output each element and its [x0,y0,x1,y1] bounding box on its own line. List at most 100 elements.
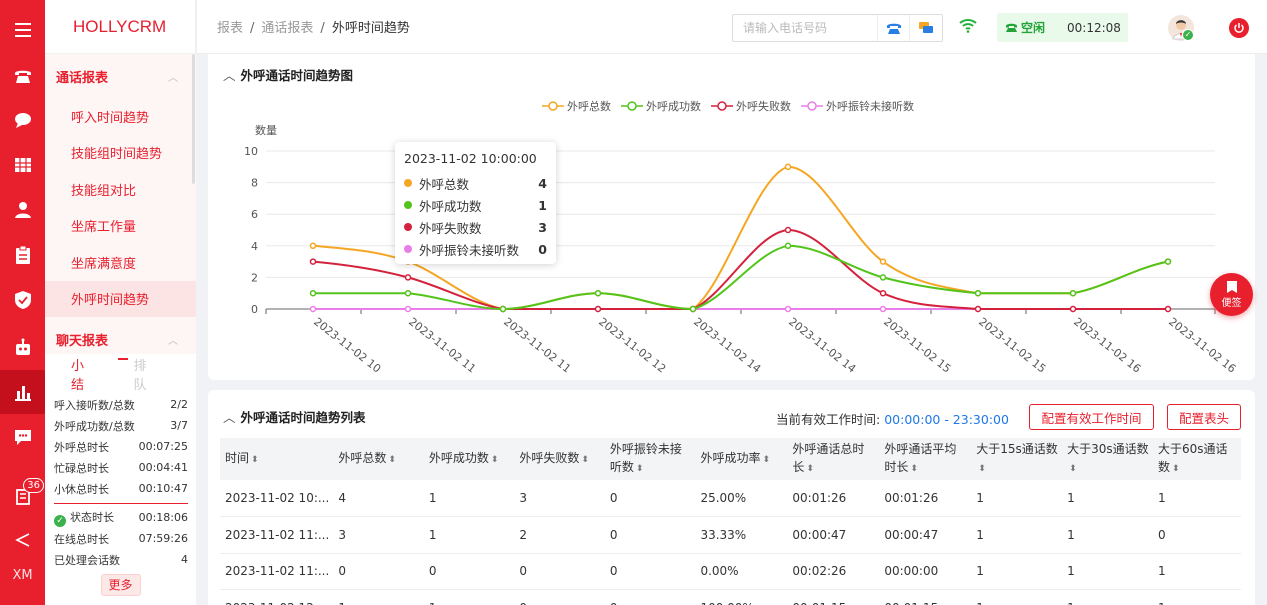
menu-item-inbound-trend[interactable]: 呼入时间趋势 [45,98,196,135]
data-point[interactable] [879,289,887,297]
message-icon[interactable] [0,415,45,459]
menu-group-chat-report[interactable]: 聊天报表 ︿ [45,317,196,354]
data-point[interactable] [879,258,887,265]
menu-group-call-report[interactable]: 通话报表 ︿ [45,54,196,98]
data-point[interactable] [1164,258,1172,265]
sort-icon[interactable]: ⬍ [1172,464,1180,474]
menu-item-skillgroup-trend[interactable]: 技能组时间趋势 [45,135,196,172]
phone-number-input[interactable] [733,15,877,41]
data-point[interactable] [309,305,317,313]
sort-icon[interactable]: ⬍ [910,464,918,474]
menu-item-agent-workload[interactable]: 坐席工作量 [45,208,196,245]
stat-value: 00:07:25 [138,440,188,453]
table-row[interactable]: 2023-11-02 12:...1100100.00%00:01:1500:0… [220,589,1241,605]
data-point[interactable] [309,258,317,265]
data-point[interactable] [689,305,697,313]
data-point[interactable] [974,289,982,297]
table-cell: 2023-11-02 10:... [220,480,334,517]
table-cell: 00:00:00 [879,553,972,590]
config-header-button[interactable]: 配置表头 [1167,404,1241,430]
breadcrumb-item[interactable]: 通话报表 [261,21,313,36]
table-cell: 0 [604,553,696,590]
data-point[interactable] [879,305,887,313]
menu-toggle-icon[interactable] [0,8,45,52]
table-row[interactable]: 2023-11-02 11:... 0 0 0 0 0.00% 00:02:26 00:00:… [220,553,1241,590]
column-header[interactable]: 大于15s通话数 ⬍ [971,438,1063,480]
sort-icon[interactable]: ⬍ [1069,464,1077,474]
data-point[interactable] [784,305,792,313]
menu-item-agent-satisfaction[interactable]: 坐席满意度 [45,244,196,281]
data-point[interactable] [594,305,602,313]
column-header[interactable]: 外呼成功率 ⬍ [695,438,788,480]
data-point[interactable] [974,305,982,313]
data-point[interactable] [594,289,602,297]
menu-item-outbound-trend[interactable]: 外呼时间趋势 [45,280,196,317]
column-header[interactable]: 大于60s通话数 ⬍ [1152,438,1241,480]
x-tick-label: 2023-11-02 10 [311,315,383,375]
tab-summary[interactable]: 小结 [71,355,94,393]
data-point[interactable] [309,242,317,250]
column-header[interactable]: 外呼通话总时长 ⬍ [787,438,880,480]
config-worktime-button[interactable]: 配置有效工作时间 [1029,404,1154,430]
sort-icon[interactable]: ⬍ [762,455,770,465]
column-header[interactable]: 外呼通话平均时长 ⬍ [879,438,972,480]
menu-item-skillgroup-compare[interactable]: 技能组对比 [45,171,196,208]
data-point[interactable] [784,242,792,250]
sort-icon[interactable]: ⬍ [978,464,986,474]
column-header[interactable]: 大于30s通话数 ⬍ [1062,438,1153,480]
notebook-icon[interactable]: 36 [0,474,45,518]
menu-scrollbar[interactable] [192,54,195,184]
breadcrumb-item[interactable]: 报表 [217,21,243,36]
grid-icon[interactable] [0,143,45,187]
sort-icon[interactable]: ⬍ [581,455,589,465]
chat-icon[interactable] [0,98,45,142]
sort-icon[interactable]: ⬍ [251,455,259,465]
sort-icon[interactable]: ⬍ [491,455,499,465]
sort-icon[interactable]: ⬍ [388,455,396,465]
data-point[interactable] [309,289,317,297]
column-header[interactable]: 外呼成功数 ⬍ [423,438,515,480]
data-point[interactable] [1069,289,1077,297]
column-header[interactable]: 外呼振铃未接听数 ⬍ [604,438,696,480]
status-timer: 00:12:08 [1067,20,1121,35]
tab-queue[interactable]: 排队 [134,355,157,393]
phone-icon[interactable] [0,53,45,97]
data-point[interactable] [784,226,792,234]
stat-value: 07:59:26 [138,532,188,545]
table-cell: 1 [1062,589,1153,605]
more-button[interactable]: 更多 [100,574,141,596]
shield-icon[interactable] [0,278,45,322]
data-point[interactable] [1069,305,1077,313]
table-cell: 00:01:26 [879,480,972,517]
tooltip-title: 2023-11-02 10:00:00 [404,151,537,166]
table-panel-title[interactable]: ︿ 外呼通话时间趋势列表 [223,407,366,426]
power-icon[interactable] [1229,18,1249,38]
chat-bubble-icon[interactable] [909,15,941,41]
data-point[interactable] [879,274,887,281]
data-point[interactable] [784,163,792,171]
report-chart-icon[interactable] [0,370,45,414]
sort-icon[interactable]: ⬍ [636,464,644,474]
data-point[interactable] [499,305,507,313]
tooltip-series: 外呼振铃未接听数 [419,242,520,258]
column-header[interactable]: 外呼总数 ⬍ [333,438,424,480]
column-header[interactable]: 时间 ⬍ [220,438,334,480]
robot-icon[interactable] [0,325,45,369]
data-point[interactable] [404,274,412,281]
table-row[interactable]: 2023-11-02 10:... 4 1 3 0 25.00% 00:01:26 00:01… [220,480,1241,517]
sort-icon[interactable]: ⬍ [806,464,814,474]
clipboard-icon[interactable] [0,233,45,277]
data-point[interactable] [404,305,412,313]
table-cell: 0 [604,516,696,554]
collapse-icon[interactable] [0,518,45,562]
agent-status-badge[interactable]: 空闲 00:12:08 [997,13,1128,42]
sticky-note-button[interactable]: 便签 [1210,273,1253,316]
table-cell: 00:01:15 [787,589,880,605]
dial-phone-icon[interactable] [877,15,909,41]
user-icon[interactable] [0,188,45,232]
data-point[interactable] [404,289,412,297]
table-row[interactable]: 2023-11-02 11:... 3 1 2 0 33.33% 00:00:47 00:00… [220,516,1241,554]
column-header[interactable]: 外呼失败数 ⬍ [514,438,605,480]
data-point[interactable] [1164,305,1172,313]
tooltip-value: 0 [538,241,547,257]
